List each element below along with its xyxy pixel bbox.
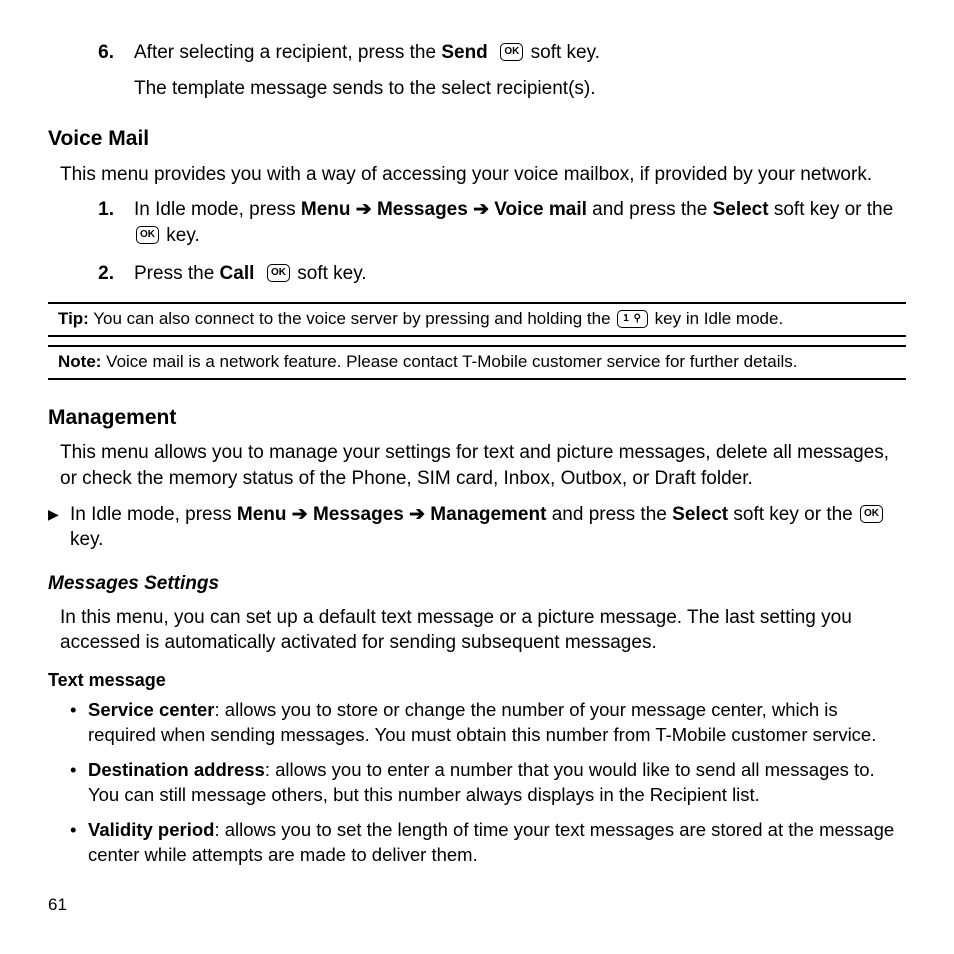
bullet-service-center: • Service center: allows you to store or… — [48, 698, 906, 748]
nav-text: In Idle mode, press Menu ➔ Messages ➔ Ma… — [70, 502, 906, 553]
text: key. — [70, 529, 103, 550]
tip-label: Tip: — [58, 309, 89, 328]
messages-settings-heading: Messages Settings — [48, 571, 906, 597]
text: In Idle mode, press — [70, 504, 237, 525]
messages-label: Messages — [313, 504, 404, 525]
vm-step-2: 2. Press the Call OK soft key. — [68, 261, 906, 287]
bullet-body: Service center: allows you to store or c… — [88, 698, 906, 748]
menu-label: Menu — [301, 199, 351, 220]
text: and press the — [587, 199, 713, 220]
text: In Idle mode, press — [134, 199, 301, 220]
label: Service center — [88, 699, 215, 720]
text: Press the — [134, 263, 220, 284]
messages-settings-intro: In this menu, you can set up a default t… — [48, 605, 906, 656]
text: soft key or the — [728, 504, 858, 525]
bullet-icon: • — [70, 698, 88, 748]
text: After selecting a recipient, press the — [134, 42, 441, 63]
menu-label: Menu — [237, 504, 287, 525]
arrow-icon: ➔ — [350, 199, 376, 220]
step-6: 6. After selecting a recipient, press th… — [68, 40, 906, 101]
document-page: 6. After selecting a recipient, press th… — [0, 0, 954, 868]
step-body: In Idle mode, press Menu ➔ Messages ➔ Vo… — [134, 197, 906, 248]
text: You can also connect to the voice server… — [89, 309, 615, 328]
step-number: 2. — [68, 261, 134, 287]
text: key in Idle mode. — [655, 309, 784, 328]
bullet-icon: • — [70, 818, 88, 868]
step-line-1: After selecting a recipient, press the S… — [134, 40, 906, 66]
management-heading: Management — [48, 404, 906, 432]
send-label: Send — [441, 42, 487, 63]
voice-mail-intro: This menu provides you with a way of acc… — [48, 162, 906, 188]
step-line-2: The template message sends to the select… — [134, 76, 906, 102]
bullet-body: Destination address: allows you to enter… — [88, 758, 906, 808]
management-intro: This menu allows you to manage your sett… — [48, 440, 906, 491]
step-number: 1. — [68, 197, 134, 248]
note-callout: Note: Voice mail is a network feature. P… — [48, 345, 906, 380]
arrow-icon: ➔ — [468, 199, 494, 220]
text: and press the — [546, 504, 672, 525]
step-body: Press the Call OK soft key. — [134, 261, 906, 287]
management-nav-step: ▶ In Idle mode, press Menu ➔ Messages ➔ … — [48, 502, 906, 553]
messages-label: Messages — [377, 199, 468, 220]
ok-key-icon: OK — [500, 43, 523, 61]
arrow-icon: ➔ — [404, 504, 430, 525]
select-label: Select — [713, 199, 769, 220]
ok-key-icon: OK — [136, 226, 159, 244]
arrow-icon: ➔ — [286, 504, 312, 525]
text: key. — [166, 225, 199, 246]
label: Destination address — [88, 759, 265, 780]
note-label: Note: — [58, 352, 101, 371]
text: soft key or the — [769, 199, 894, 220]
triangle-bullet-icon: ▶ — [48, 502, 70, 553]
bullet-body: Validity period: allows you to set the l… — [88, 818, 906, 868]
voice-mail-heading: Voice Mail — [48, 125, 906, 153]
bullet-destination-address: • Destination address: allows you to ent… — [48, 758, 906, 808]
management-label: Management — [430, 504, 546, 525]
text: soft key. — [531, 42, 600, 63]
bullet-icon: • — [70, 758, 88, 808]
ok-key-icon: OK — [267, 264, 290, 282]
tip-callout: Tip: You can also connect to the voice s… — [48, 302, 906, 337]
vm-step-1: 1. In Idle mode, press Menu ➔ Messages ➔… — [68, 197, 906, 248]
call-label: Call — [220, 263, 255, 284]
text: soft key. — [297, 263, 366, 284]
text-message-heading: Text message — [48, 668, 906, 692]
ok-key-icon: OK — [860, 505, 883, 523]
page-number: 61 — [48, 895, 67, 915]
label: Validity period — [88, 819, 214, 840]
select-label: Select — [672, 504, 728, 525]
step-number: 6. — [68, 40, 134, 101]
bullet-validity-period: • Validity period: allows you to set the… — [48, 818, 906, 868]
one-key-icon: 1 ⚲ — [617, 310, 648, 328]
voice-mail-label: Voice mail — [494, 199, 587, 220]
text: Voice mail is a network feature. Please … — [101, 352, 797, 371]
step-body: After selecting a recipient, press the S… — [134, 40, 906, 101]
